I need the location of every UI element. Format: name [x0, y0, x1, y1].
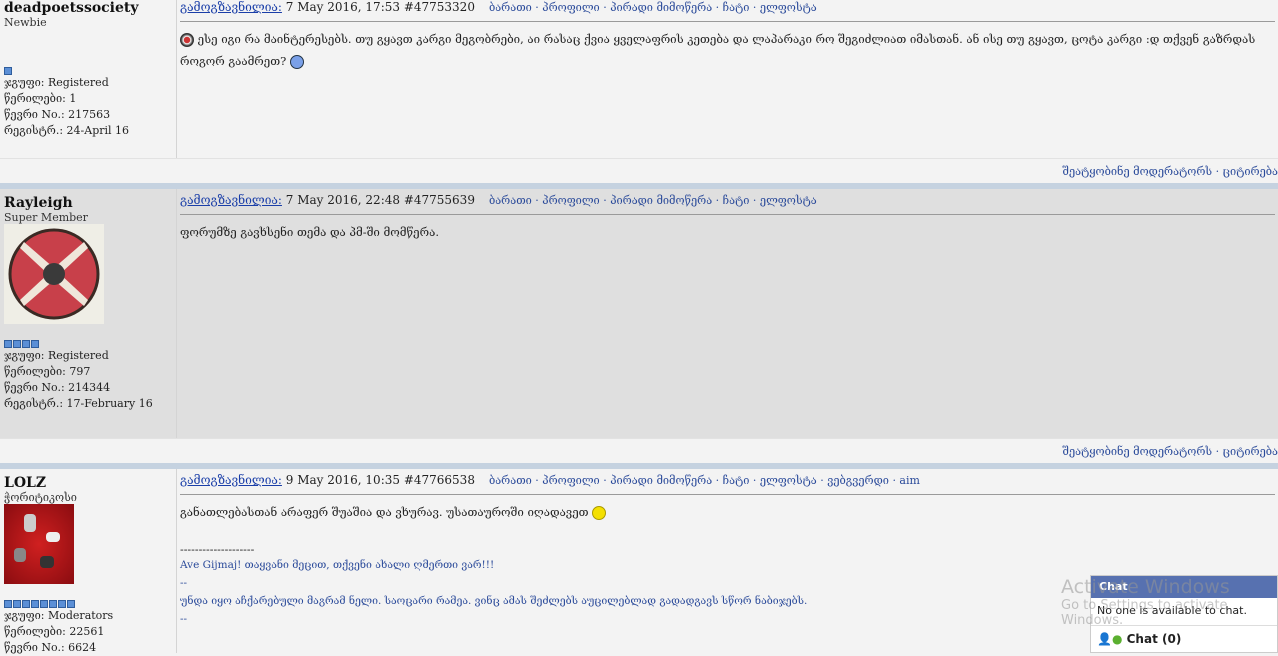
rank-pips — [4, 340, 172, 348]
user-group: ჯგუფი: Registered — [4, 76, 109, 89]
post-body: ესე იგი რა მაინტერესებს. თუ გყავთ კარგი … — [180, 32, 1256, 69]
post-footer[interactable]: შეატყობინე მოდერატორს · ციტირება — [0, 438, 1278, 463]
chat-widget[interactable]: Chat No one is available to chat. 👤● Cha… — [1090, 575, 1278, 653]
author-panel: LOLZ ჭორიტიკოსი ჯგუფი: Moderators წერილე… — [0, 469, 177, 654]
emoticon-icon — [592, 506, 607, 520]
signature-separator: -------------------- — [180, 543, 255, 556]
rank-pips — [4, 67, 172, 75]
post-2: Rayleigh Super Member ჯგუფი: Registered … — [0, 189, 1278, 438]
chat-title[interactable]: Chat — [1091, 576, 1277, 598]
member-number: წევრი No.: 217563 — [4, 108, 111, 121]
user-links[interactable]: ბარათი · პროფილი · პირადი მიმოწერა · ჩატ… — [489, 474, 920, 487]
post-date: 7 May 2016, 22:48 #47755639 — [281, 193, 475, 207]
username[interactable]: LOLZ — [4, 475, 172, 491]
post-content: გამოგზავნილია: 7 May 2016, 17:53 #477533… — [177, 0, 1278, 158]
user-rank: ჭორიტიკოსი — [4, 491, 77, 504]
user-posts: წერილები: 22561 — [4, 625, 105, 638]
rank-pips — [4, 600, 172, 608]
author-panel: deadpoetssociety Newbie ჯგუფი: Registere… — [0, 0, 177, 158]
registered-date: რეგისტრ.: 24-April 16 — [4, 124, 130, 137]
user-links[interactable]: ბარათი · პროფილი · პირადი მიმოწერა · ჩატ… — [489, 1, 817, 14]
user-group: ჯგუფი: Moderators — [4, 609, 114, 622]
user-rank: Super Member — [4, 211, 88, 224]
user-posts: წერილები: 797 — [4, 365, 91, 378]
chat-toggle[interactable]: 👤● Chat (0) — [1091, 626, 1277, 652]
username[interactable]: Rayleigh — [4, 195, 172, 211]
post-body: განათლებასთან არაფერ შუაშია და ვხურავ. უ… — [180, 495, 1275, 523]
username[interactable]: deadpoetssociety — [4, 0, 172, 16]
author-panel: Rayleigh Super Member ჯგუფი: Registered … — [0, 189, 177, 438]
shield-icon — [8, 228, 100, 320]
post-1: deadpoetssociety Newbie ჯგუფი: Registere… — [0, 0, 1278, 158]
sent-link[interactable]: გამოგზავნილია: — [180, 473, 282, 487]
user-links[interactable]: ბარათი · პროფილი · პირადი მიმოწერა · ჩატ… — [489, 194, 817, 207]
post-date: 7 May 2016, 17:53 #47753320 — [281, 0, 475, 14]
member-number: წევრი No.: 214344 — [4, 381, 111, 394]
post-date: 9 May 2016, 10:35 #47766538 — [281, 473, 475, 487]
user-group: ჯგუფი: Registered — [4, 349, 109, 362]
post-header: გამოგზავნილია: 7 May 2016, 22:48 #477556… — [180, 193, 1275, 215]
signature-line: Ave Gijmaj! თაყვანი მეცით, თქვენი ახალი … — [180, 559, 495, 571]
member-number: წევრი No.: 6624 — [4, 641, 97, 654]
user-icon: 👤 — [1097, 632, 1112, 646]
chat-empty-message: No one is available to chat. — [1091, 598, 1277, 626]
avatar — [4, 504, 74, 584]
emoticon-icon — [180, 33, 194, 47]
post-header: გამოგზავნილია: 7 May 2016, 17:53 #477533… — [180, 0, 1275, 22]
post-header: გამოგზავნილია: 9 May 2016, 10:35 #477665… — [180, 473, 1275, 495]
post-body: ფორუმზე გავხსენი თემა და პმ-ში მომწერა. — [180, 225, 439, 239]
avatar — [4, 224, 104, 324]
emoticon-icon — [289, 55, 304, 69]
post-3: LOLZ ჭორიტიკოსი ჯგუფი: Moderators წერილე… — [0, 469, 1278, 654]
post-footer[interactable]: შეატყობინე მოდერატორს · ციტირება — [0, 158, 1278, 183]
sent-link[interactable]: გამოგზავნილია: — [180, 193, 282, 207]
post-content: გამოგზავნილია: 7 May 2016, 22:48 #477556… — [177, 189, 1278, 438]
user-rank: Newbie — [4, 16, 47, 29]
user-posts: წერილები: 1 — [4, 92, 77, 105]
online-dot-icon: ● — [1111, 632, 1123, 646]
registered-date: რეგისტრ.: 17-February 16 — [4, 397, 153, 410]
sent-link[interactable]: გამოგზავნილია: — [180, 0, 282, 14]
